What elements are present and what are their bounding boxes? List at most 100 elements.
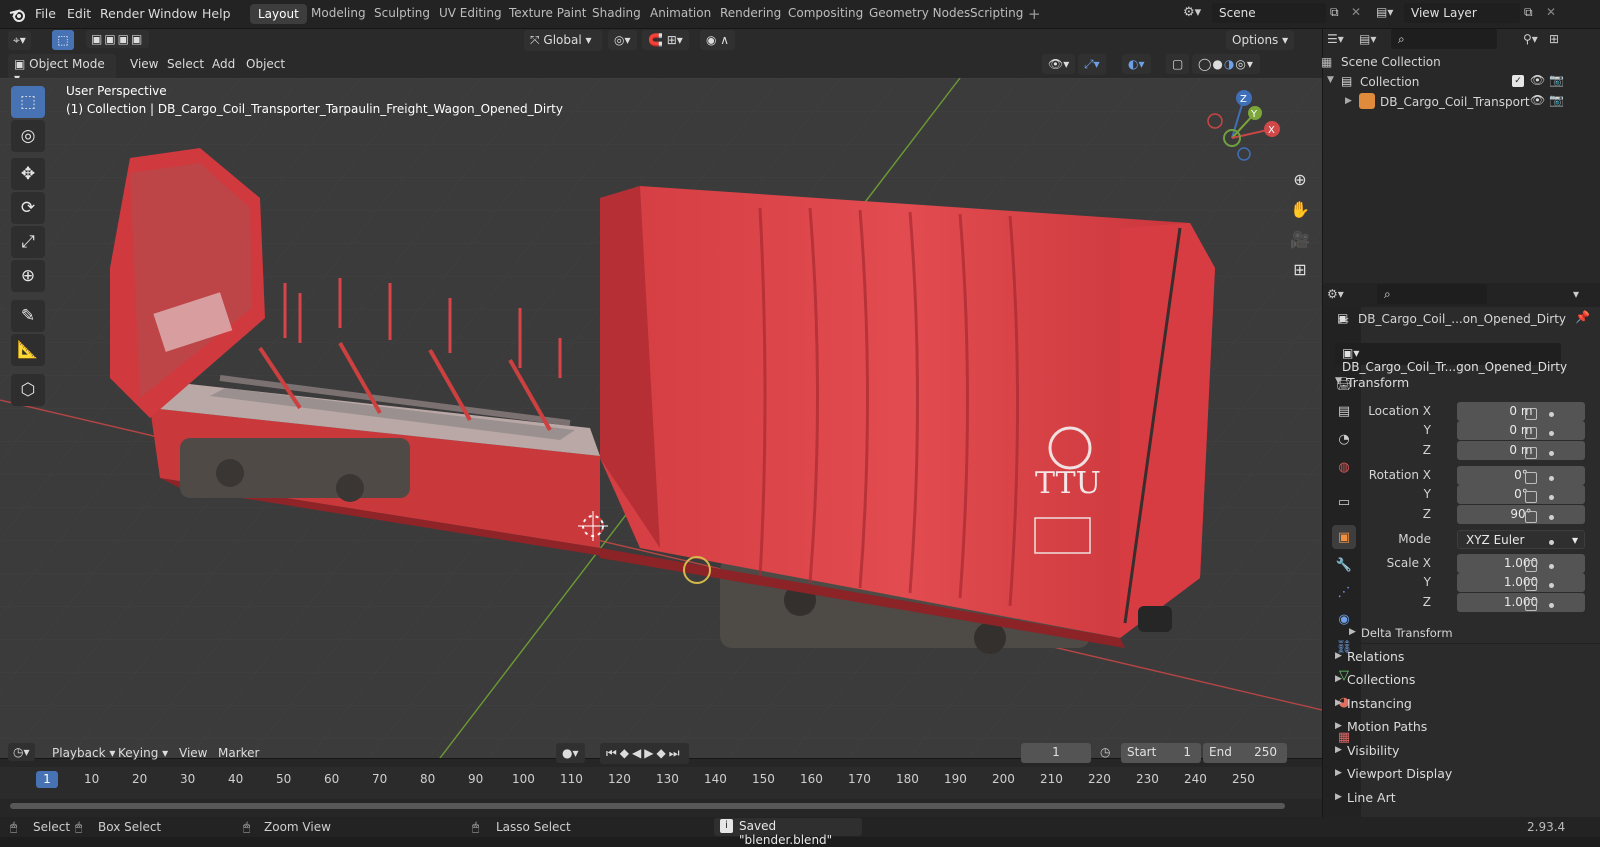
viewport-3d[interactable]: TTU User Perspective (1) Collection | DB… <box>0 78 1322 758</box>
rotation-mode-dropdown[interactable]: XYZ Euler ▾ <box>1457 530 1585 549</box>
scene-icon[interactable]: ⚙▾ <box>1183 5 1201 20</box>
properties-editor-icon[interactable]: ⚙▾ <box>1327 287 1344 301</box>
start-frame-field[interactable]: Start 1 <box>1121 743 1201 763</box>
marker-menu[interactable]: Marker <box>212 743 265 763</box>
instancing-section[interactable]: Instancing <box>1347 696 1412 711</box>
overlay-toggle-icon[interactable]: ◐▾ <box>1122 54 1151 74</box>
scale-z-field[interactable]: 1.000 <box>1457 593 1585 612</box>
lock-location-y-icon[interactable] <box>1525 427 1537 439</box>
scale-y-field[interactable]: 1.000 <box>1457 573 1585 592</box>
options-dropdown[interactable]: Options ▾ <box>1226 30 1295 50</box>
current-frame-field[interactable]: 1 <box>1021 743 1091 763</box>
auto-key-icon[interactable]: ●▾ <box>556 743 585 763</box>
tab-modeling[interactable]: Modeling <box>311 6 366 20</box>
object-visibility-icon[interactable]: 👁 <box>1530 93 1545 107</box>
gizmo-toggle-icon[interactable]: ⤢▾ <box>1078 54 1106 75</box>
collection-render-icon[interactable]: 📷 <box>1549 73 1564 87</box>
location-z-field[interactable]: 0 m <box>1457 441 1585 460</box>
location-x-field[interactable]: 0 m <box>1457 402 1585 421</box>
scale-x-field[interactable]: 1.000 <box>1457 554 1585 573</box>
tab-shading[interactable]: Shading <box>592 6 641 20</box>
measure-tool[interactable]: 📐 <box>11 334 45 366</box>
lock-scale-z-icon[interactable] <box>1525 599 1537 611</box>
menu-add[interactable]: Add <box>206 54 241 74</box>
location-y-field[interactable]: 0 m <box>1457 421 1585 440</box>
keyframe-dot[interactable] <box>1549 564 1554 569</box>
menu-view[interactable]: View <box>124 54 164 74</box>
lock-rotation-z-icon[interactable] <box>1525 511 1537 523</box>
orientation-dropdown[interactable]: ⤧ Global ▾ <box>524 30 602 51</box>
menu-help[interactable]: Help <box>202 6 231 21</box>
lock-scale-y-icon[interactable] <box>1525 579 1537 591</box>
playhead[interactable]: 1 <box>36 771 58 788</box>
tab-layout[interactable]: Layout <box>250 4 307 24</box>
visibility-icon[interactable]: 👁▾ <box>1042 54 1076 74</box>
delta-transform-header[interactable]: Delta Transform <box>1361 626 1453 640</box>
shading-mode-icons[interactable]: ◯●◑◎▾ <box>1192 54 1260 74</box>
outliner-search-input[interactable]: ⌕ <box>1391 29 1497 49</box>
frame-ruler[interactable]: 1 10 20 30 40 50 60 70 80 90 100 110 120… <box>0 767 1322 799</box>
object-render-icon[interactable]: 📷 <box>1549 93 1564 107</box>
collection-label[interactable]: Collection <box>1360 75 1419 89</box>
timeline-scrollbar[interactable] <box>10 803 1285 809</box>
cursor-tool[interactable]: ◎ <box>11 120 45 152</box>
timeline-view-menu[interactable]: View <box>173 743 213 763</box>
xray-icon[interactable]: ▢ <box>1166 54 1190 74</box>
selection-mode-buttons[interactable]: ▣▣▣▣ <box>86 30 150 48</box>
rotation-y-field[interactable]: 0° <box>1457 485 1585 504</box>
lock-location-z-icon[interactable] <box>1525 447 1537 459</box>
pivot-icon[interactable]: ◎▾ <box>608 30 637 50</box>
collection-checkbox[interactable]: ✓ <box>1512 75 1524 87</box>
navigation-gizmo[interactable]: Z Y X <box>1200 86 1290 166</box>
pin-icon[interactable]: 📌 <box>1575 310 1590 324</box>
keyframe-dot[interactable] <box>1549 412 1554 417</box>
transform-header[interactable]: Transform <box>1347 375 1409 390</box>
camera-view-icon[interactable]: 🎥 <box>1285 224 1315 254</box>
properties-search-input[interactable]: ⌕ <box>1377 284 1487 304</box>
new-collection-icon[interactable]: ⊞ <box>1549 32 1559 46</box>
tab-compositing[interactable]: Compositing <box>788 6 863 20</box>
select-tool-icon[interactable]: ⬚ <box>52 30 74 50</box>
new-view-layer-icon[interactable]: ⧉ <box>1524 5 1533 20</box>
scene-collection-label[interactable]: Scene Collection <box>1341 55 1441 69</box>
new-scene-icon[interactable]: ⧉ <box>1330 5 1339 20</box>
zoom-icon[interactable]: ⊕ <box>1285 164 1315 194</box>
tab-uv-editing[interactable]: UV Editing <box>439 6 502 20</box>
keyframe-dot[interactable] <box>1549 515 1554 520</box>
keyframe-dot[interactable] <box>1549 540 1554 545</box>
object-name-field[interactable]: DB_Cargo_Coil_...on_Opened_Dirty <box>1358 312 1566 326</box>
collection-visibility-icon[interactable]: 👁 <box>1530 73 1545 87</box>
end-frame-field[interactable]: End 250 <box>1203 743 1287 763</box>
keyframe-dot[interactable] <box>1549 476 1554 481</box>
menu-window[interactable]: Window <box>148 6 197 21</box>
keyframe-dot[interactable] <box>1549 451 1554 456</box>
outliner-editor-icon[interactable]: ☰▾ <box>1327 32 1344 46</box>
clock-icon[interactable]: ◷ <box>1100 745 1110 759</box>
pan-hand-icon[interactable]: ✋ <box>1285 194 1315 224</box>
motion-paths-section[interactable]: Motion Paths <box>1347 719 1427 734</box>
playback-controls[interactable]: ⏮◆◀▶◆⏭ <box>600 743 689 764</box>
scene-field[interactable]: Scene <box>1212 3 1326 23</box>
line-art-section[interactable]: Line Art <box>1347 790 1396 805</box>
keyframe-dot[interactable] <box>1549 495 1554 500</box>
keyframe-dot[interactable] <box>1549 431 1554 436</box>
snap-icon[interactable]: 🧲 ⊞▾ <box>642 30 689 50</box>
transform-tool[interactable]: ⊕ <box>11 260 45 292</box>
remove-view-layer-icon[interactable]: ✕ <box>1546 5 1556 19</box>
collections-section[interactable]: Collections <box>1347 672 1415 687</box>
menu-file[interactable]: File <box>35 6 56 21</box>
keyframe-dot[interactable] <box>1549 603 1554 608</box>
menu-select[interactable]: Select <box>161 54 210 74</box>
keying-menu[interactable]: Keying ▾ <box>112 743 174 763</box>
add-workspace-icon[interactable]: + <box>1028 5 1041 23</box>
lock-location-x-icon[interactable] <box>1525 408 1537 420</box>
properties-options-icon[interactable]: ▾ <box>1573 287 1579 301</box>
scale-tool[interactable]: ⤢ <box>11 226 45 258</box>
filter-icon[interactable]: ⚲▾ <box>1523 32 1538 46</box>
transform-expand-icon[interactable]: ▼ <box>1335 376 1342 386</box>
annotate-tool[interactable]: ✎ <box>11 300 45 332</box>
tab-scripting[interactable]: Scripting <box>970 6 1023 20</box>
blender-logo-icon[interactable] <box>9 6 27 24</box>
view-layer-icon[interactable]: ▤▾ <box>1376 5 1393 19</box>
lock-rotation-x-icon[interactable] <box>1525 472 1537 484</box>
